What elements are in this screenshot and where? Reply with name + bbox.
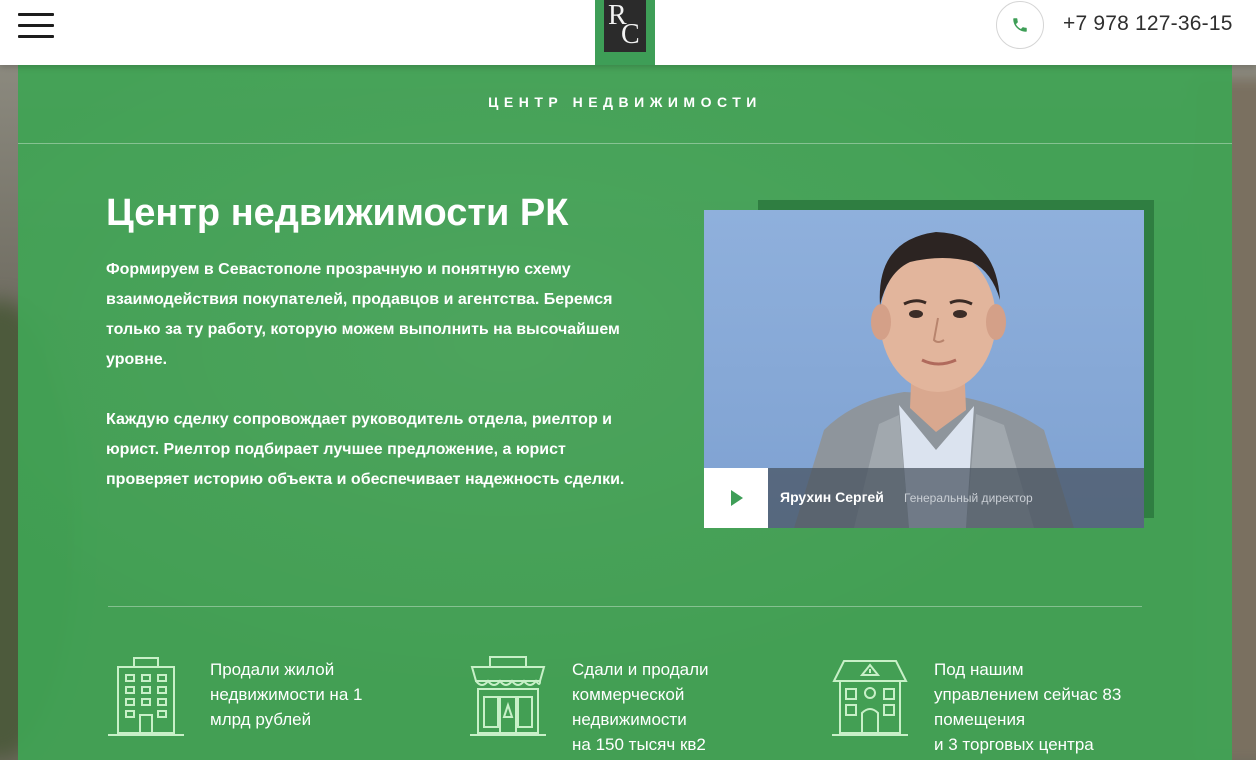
site-header: R C +7 978 127-36-15 xyxy=(0,0,1256,65)
hero-panel: ЦЕНТР НЕДВИЖИМОСТИ Центр недвижимости РК… xyxy=(18,65,1232,760)
section-label: ЦЕНТР НЕДВИЖИМОСТИ xyxy=(488,94,762,110)
phone-icon xyxy=(1013,18,1027,32)
stat-text: Под нашим управлением сейчас 83 помещени… xyxy=(934,660,1122,754)
phone-button[interactable] xyxy=(996,1,1044,49)
process-paragraph: Каждую сделку сопровождает руководитель … xyxy=(106,411,625,488)
house-icon xyxy=(832,660,908,736)
person-role: Генеральный директор xyxy=(904,491,1033,505)
divider xyxy=(18,143,1232,144)
divider xyxy=(108,606,1142,607)
video-card[interactable]: Ярухин Сергей Генеральный директор xyxy=(704,210,1144,528)
phone-number-link[interactable]: +7 978 127-36-15 xyxy=(1063,12,1233,36)
intro-paragraph: Формируем в Севастополе прозрачную и пон… xyxy=(106,261,620,368)
play-icon xyxy=(731,490,743,506)
video-caption: Ярухин Сергей Генеральный директор xyxy=(704,468,1144,528)
storefront-icon xyxy=(470,656,546,736)
play-button[interactable] xyxy=(704,468,768,528)
person-name: Ярухин Сергей xyxy=(780,489,884,505)
apartment-building-icon xyxy=(108,657,184,736)
menu-icon[interactable] xyxy=(18,13,54,39)
page-title: Центр недвижимости РК xyxy=(106,192,569,234)
stat-text: Продали жилой недвижимости на 1 млрд руб… xyxy=(210,660,363,729)
logo[interactable]: R C xyxy=(595,0,655,65)
stat-text: Сдали и продали коммерческой недвижимост… xyxy=(572,660,709,754)
logo-letter-c: C xyxy=(621,19,640,50)
